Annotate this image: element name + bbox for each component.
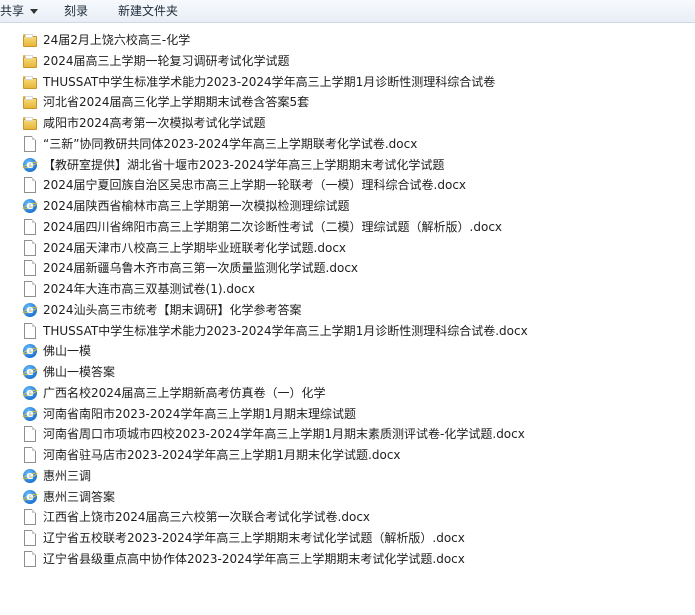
share-label: 共享 bbox=[0, 4, 25, 18]
file-name: 2024届天津市八校高三上学期毕业班联考化学试题.docx bbox=[43, 240, 347, 255]
doc-icon bbox=[22, 426, 38, 443]
file-name: 惠州三调答案 bbox=[43, 489, 116, 504]
file-name: THUSSAT中学生标准学术能力2023-2024学年高三上学期1月诊断性测理科… bbox=[43, 74, 496, 89]
file-list-item[interactable]: 辽宁省五校联考2023-2024学年高三上学期期末考试化学试题（解析版）.doc… bbox=[22, 528, 465, 548]
ie-icon: e bbox=[21, 385, 39, 401]
ie-icon: e bbox=[21, 489, 39, 505]
file-list-item[interactable]: 2024届天津市八校高三上学期毕业班联考化学试题.docx bbox=[22, 238, 346, 258]
file-list-item[interactable]: e 佛山一模 bbox=[21, 341, 92, 361]
file-name: 佛山一模答案 bbox=[43, 365, 116, 379]
folder-icon bbox=[22, 115, 38, 131]
share-menu-button[interactable]: 共享 bbox=[0, 2, 39, 20]
file-list-item[interactable]: 2024届新疆乌鲁木齐市高三第一次质量监测化学试题.docx bbox=[22, 258, 358, 278]
file-list-item[interactable]: 辽宁省县级重点高中协作体2023-2024学年高三上学期期末考试化学试题.doc… bbox=[22, 549, 465, 569]
file-list-item[interactable]: 江西省上饶市2024届高三六校第一次联合考试化学试卷.docx bbox=[22, 507, 370, 527]
ie-icon: e bbox=[21, 406, 39, 422]
folder-icon bbox=[22, 74, 38, 90]
ie-icon: e bbox=[21, 198, 39, 214]
folder-icon bbox=[22, 32, 38, 48]
file-list-item[interactable]: 2024届高三上学期一轮复习调研考试化学试题 bbox=[22, 51, 290, 71]
file-list-item[interactable]: 2024年大连市高三双基测试卷(1).docx bbox=[22, 279, 255, 299]
file-name: THUSSAT中学生标准学术能力2023-2024学年高三上学期1月诊断性测理科… bbox=[43, 323, 528, 338]
new-folder-label: 新建文件夹 bbox=[118, 4, 179, 18]
ie-icon: e bbox=[21, 364, 39, 380]
file-list-item[interactable]: 河南省驻马店市2023-2024学年高三上学期1月期末化学试题.docx bbox=[22, 445, 401, 465]
burn-button[interactable]: 刻录 bbox=[64, 2, 88, 20]
file-name: 咸阳市2024高考第一次模拟考试化学试题 bbox=[43, 116, 266, 130]
file-list-item[interactable]: “三新”协同教研共同体2023-2024学年高三上学期联考化学试卷.docx bbox=[22, 134, 417, 154]
file-name: 2024届高三上学期一轮复习调研考试化学试题 bbox=[43, 53, 290, 68]
folder-icon bbox=[22, 53, 38, 69]
file-name: 24届2月上饶六校高三-化学 bbox=[43, 33, 191, 47]
file-name: 江西省上饶市2024届高三六校第一次联合考试化学试卷.docx bbox=[43, 510, 371, 525]
file-name: 河南省驻马店市2023-2024学年高三上学期1月期末化学试题.docx bbox=[43, 448, 401, 462]
new-folder-button[interactable]: 新建文件夹 bbox=[118, 2, 178, 20]
file-name: 河南省南阳市2023-2024学年高三上学期1月期末理综试题 bbox=[43, 406, 357, 421]
file-list-item[interactable]: 24届2月上饶六校高三-化学 bbox=[22, 30, 190, 50]
doc-icon bbox=[22, 260, 38, 277]
chevron-down-icon bbox=[30, 9, 39, 14]
file-name: 辽宁省县级重点高中协作体2023-2024学年高三上学期期末考试化学试题.doc… bbox=[43, 551, 465, 566]
command-bar: 共享 刻录 新建文件夹 bbox=[0, 0, 695, 23]
ie-icon: e bbox=[21, 302, 39, 318]
file-list-item[interactable]: 2024届四川省绵阳市高三上学期第二次诊断性考试（二模）理综试题（解析版）.do… bbox=[22, 217, 502, 237]
doc-icon bbox=[22, 530, 38, 546]
file-list-item[interactable]: e 广西名校2024届高三上学期新高考仿真卷（一）化学 bbox=[21, 383, 326, 403]
doc-icon bbox=[22, 177, 38, 194]
file-name: 辽宁省五校联考2023-2024学年高三上学期期末考试化学试题（解析版）.doc… bbox=[43, 531, 465, 545]
file-name: 2024届陕西省榆林市高三上学期第一次模拟检测理综试题 bbox=[43, 199, 350, 213]
file-name: 2024汕头高三市统考【期末调研】化学参考答案 bbox=[43, 302, 302, 317]
ie-icon: e bbox=[21, 157, 39, 173]
file-name: 惠州三调 bbox=[43, 468, 92, 483]
file-list-item[interactable]: 河北省2024届高三化学上学期期末试卷含答案5套 bbox=[22, 92, 309, 112]
file-list-item[interactable]: THUSSAT中学生标准学术能力2023-2024学年高三上学期1月诊断性测理科… bbox=[22, 72, 495, 92]
file-list-item[interactable]: THUSSAT中学生标准学术能力2023-2024学年高三上学期1月诊断性测理科… bbox=[22, 321, 528, 341]
doc-icon bbox=[22, 322, 38, 339]
file-list-item[interactable]: e 河南省南阳市2023-2024学年高三上学期1月期末理综试题 bbox=[21, 404, 357, 424]
file-name: 佛山一模 bbox=[43, 344, 92, 359]
file-list-item[interactable]: e 惠州三调 bbox=[21, 466, 92, 486]
file-name: 【教研室提供】湖北省十堰市2023-2024学年高三上学期期末考试化学试题 bbox=[43, 157, 445, 172]
file-name: 2024年大连市高三双基测试卷(1).docx bbox=[43, 282, 256, 296]
doc-icon bbox=[22, 239, 38, 256]
file-name: 河北省2024届高三化学上学期期末试卷含答案5套 bbox=[43, 95, 310, 110]
burn-label: 刻录 bbox=[64, 4, 89, 18]
folder-icon bbox=[22, 94, 38, 110]
file-name: 广西名校2024届高三上学期新高考仿真卷（一）化学 bbox=[43, 385, 326, 400]
file-list-item[interactable]: e 惠州三调答案 bbox=[21, 487, 116, 507]
file-list-item[interactable]: e 【教研室提供】湖北省十堰市2023-2024学年高三上学期期末考试化学试题 bbox=[21, 155, 445, 175]
file-name: 2024届新疆乌鲁木齐市高三第一次质量监测化学试题.docx bbox=[43, 261, 359, 276]
doc-icon bbox=[22, 509, 38, 526]
file-list-item[interactable]: 2024届宁夏回族自治区吴忠市高三上学期一轮联考（一模）理科综合试卷.docx bbox=[22, 175, 466, 195]
doc-icon bbox=[22, 550, 38, 567]
file-name: 河南省周口市项城市四校2023-2024学年高三上学期1月期末素质测评试卷-化学… bbox=[43, 427, 525, 442]
file-list-item[interactable]: e 2024汕头高三市统考【期末调研】化学参考答案 bbox=[21, 300, 302, 320]
doc-icon bbox=[22, 447, 38, 463]
ie-icon: e bbox=[21, 468, 39, 484]
doc-icon bbox=[22, 281, 38, 297]
file-name: 2024届宁夏回族自治区吴忠市高三上学期一轮联考（一模）理科综合试卷.docx bbox=[43, 178, 467, 193]
doc-icon bbox=[22, 135, 38, 152]
file-name: 2024届四川省绵阳市高三上学期第二次诊断性考试（二模）理综试题（解析版）.do… bbox=[43, 219, 503, 234]
file-list-item[interactable]: 河南省周口市项城市四校2023-2024学年高三上学期1月期末素质测评试卷-化学… bbox=[22, 424, 525, 444]
file-name: “三新”协同教研共同体2023-2024学年高三上学期联考化学试卷.docx bbox=[43, 136, 418, 151]
file-list-item[interactable]: e 佛山一模答案 bbox=[21, 362, 116, 382]
ie-icon: e bbox=[21, 343, 39, 359]
doc-icon bbox=[22, 218, 38, 235]
file-list-item[interactable]: e 2024届陕西省榆林市高三上学期第一次模拟检测理综试题 bbox=[21, 196, 350, 216]
file-list-item[interactable]: 咸阳市2024高考第一次模拟考试化学试题 bbox=[22, 113, 266, 133]
